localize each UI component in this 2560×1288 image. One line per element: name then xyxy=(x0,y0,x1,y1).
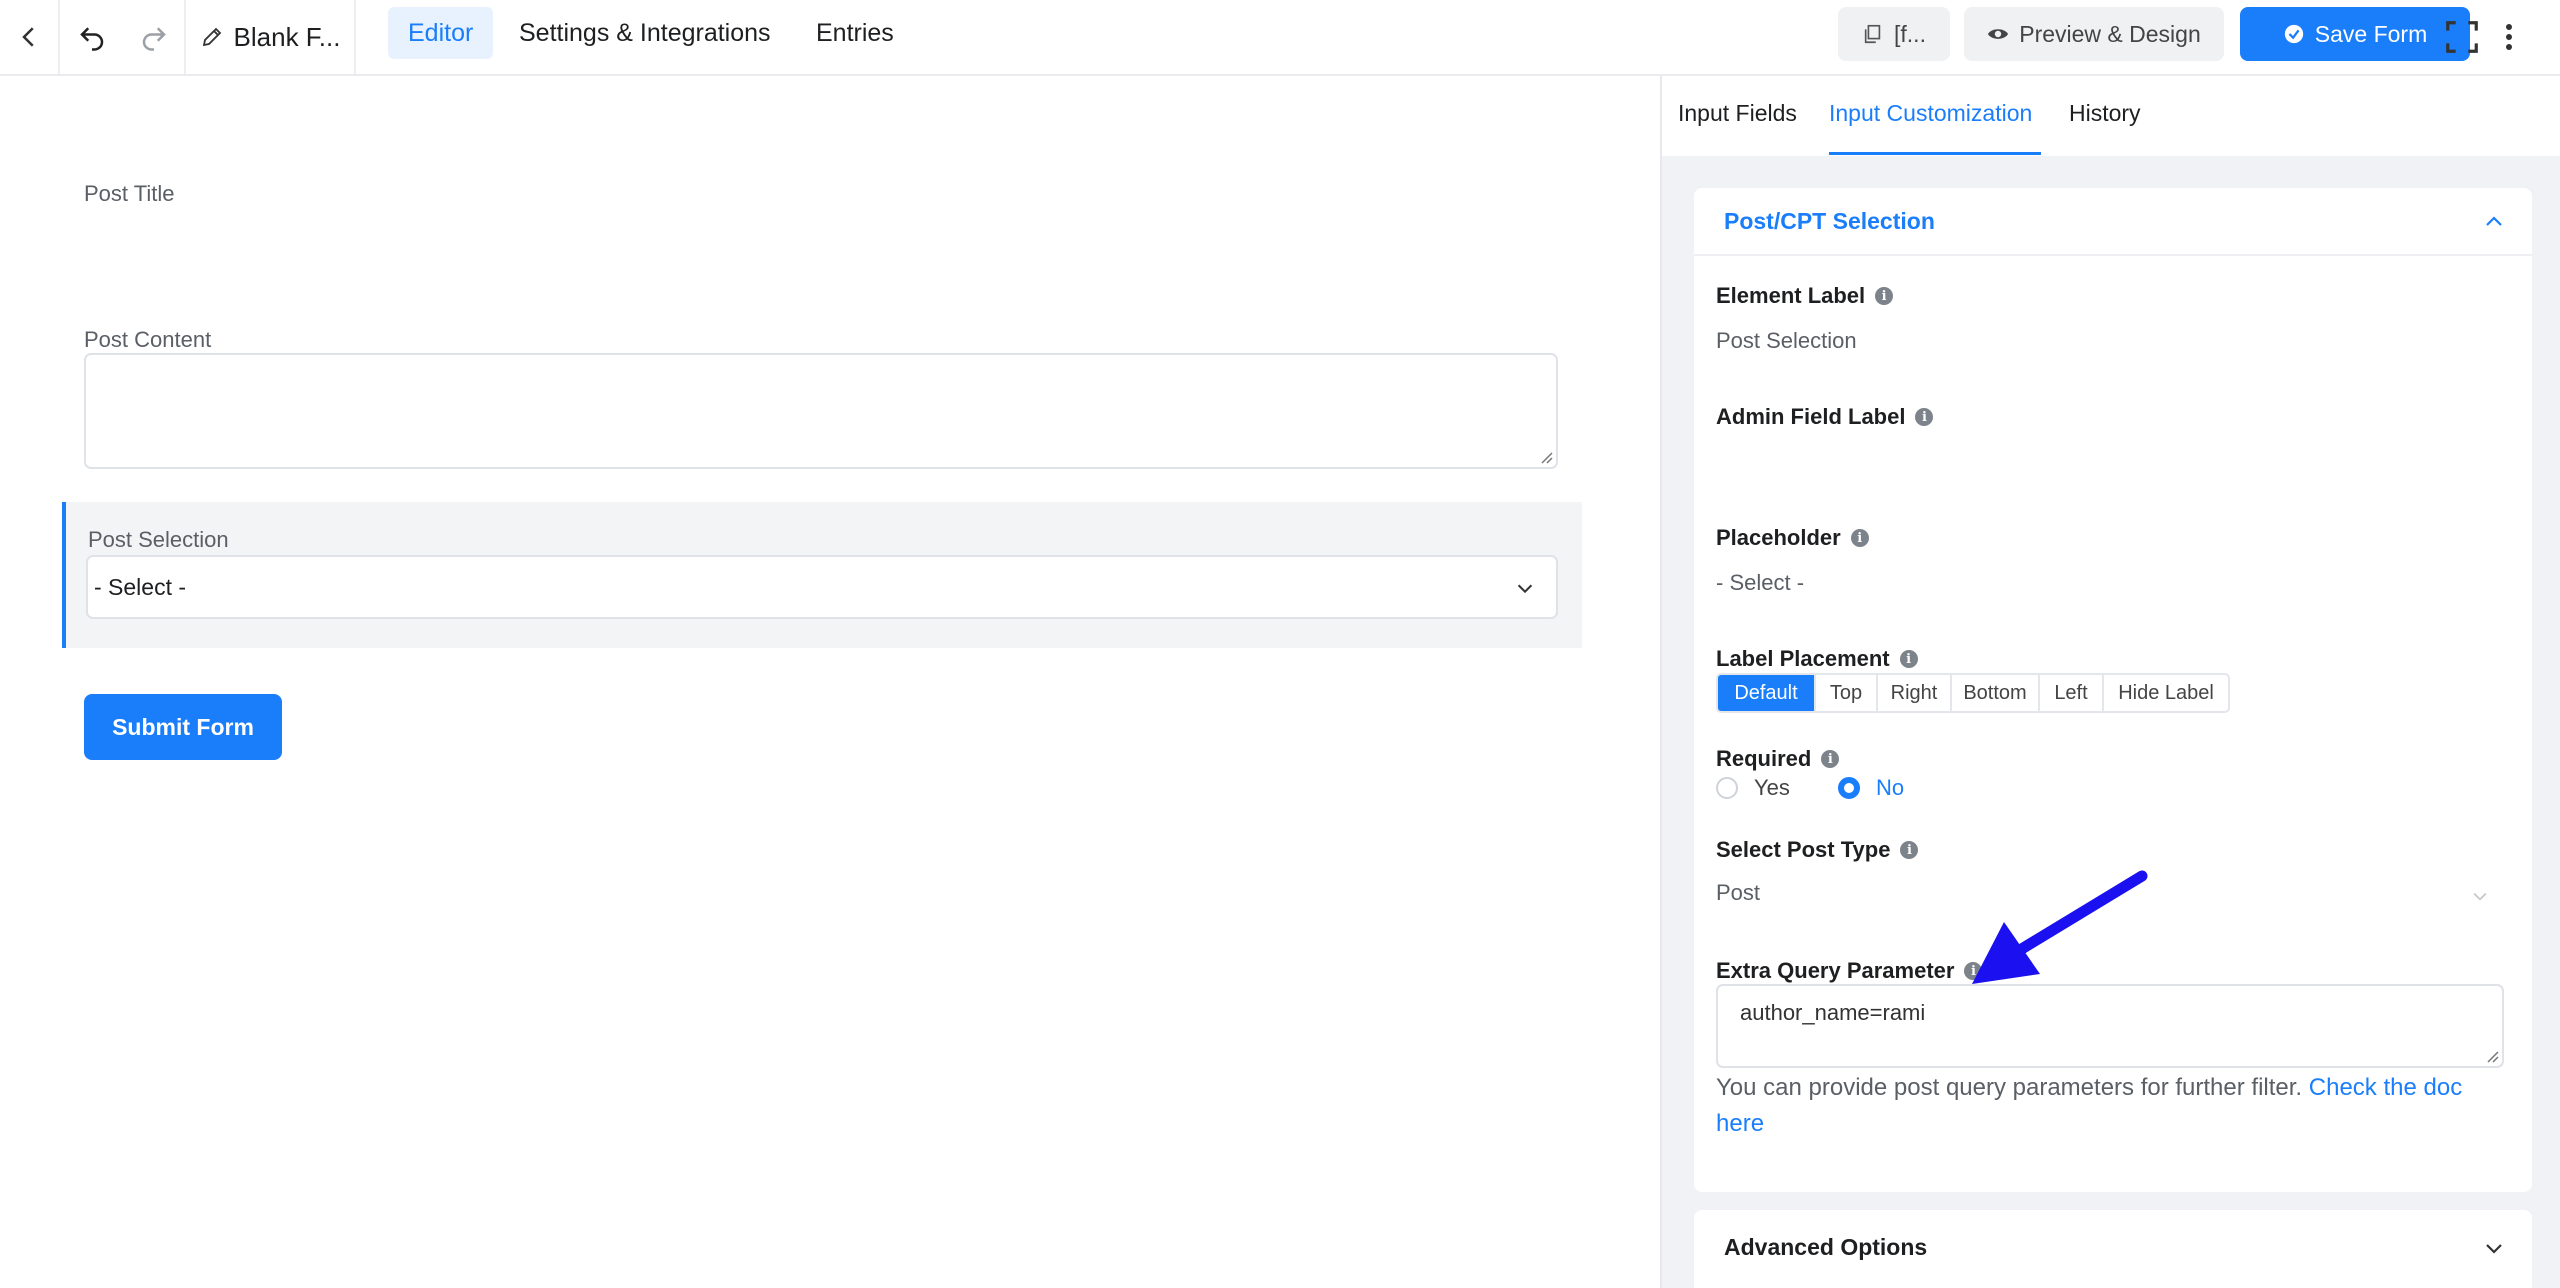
required-heading: Required i xyxy=(1716,746,1840,772)
form-name[interactable]: Blank F... xyxy=(186,0,354,74)
extra-query-parameter-textarea[interactable]: author_name=rami xyxy=(1716,984,2504,1068)
tab-input-fields[interactable]: Input Fields xyxy=(1678,100,1797,127)
post-selection-select[interactable]: - Select - xyxy=(86,555,1558,619)
preview-design-button[interactable]: Preview & Design xyxy=(1964,7,2224,61)
extra-query-parameter-heading: Extra Query Parameter i xyxy=(1716,958,1983,984)
label-placement-heading: Label Placement i xyxy=(1716,646,1918,672)
eye-icon xyxy=(1988,29,2009,39)
tab-settings-integrations[interactable]: Settings & Integrations xyxy=(499,7,791,59)
info-icon[interactable]: i xyxy=(1915,408,1934,426)
label-placement-segmented: Default Top Right Bottom Left Hide Label xyxy=(1716,673,2230,713)
required-no-radio[interactable]: No xyxy=(1838,775,1904,801)
element-label-input[interactable]: Post Selection xyxy=(1716,328,1857,354)
extra-query-value: author_name=rami xyxy=(1740,1000,1926,1025)
info-icon[interactable]: i xyxy=(1875,287,1894,305)
extra-query-help-text: You can provide post query parameters fo… xyxy=(1716,1070,2506,1142)
tab-input-customization[interactable]: Input Customization xyxy=(1829,100,2032,127)
chevron-down-icon xyxy=(2486,1244,2502,1254)
radio-circle xyxy=(1716,777,1738,799)
help-text: You can provide post query parameters fo… xyxy=(1716,1074,2303,1101)
resize-handle-icon[interactable] xyxy=(2485,1049,2499,1063)
active-tab-indicator xyxy=(1829,152,2041,155)
tab-entries[interactable]: Entries xyxy=(796,7,914,59)
placement-default[interactable]: Default xyxy=(1718,675,1816,711)
info-icon[interactable]: i xyxy=(1899,650,1918,668)
post-selection-label: Post Selection xyxy=(88,527,229,552)
extra-query-parameter-text: Extra Query Parameter xyxy=(1716,958,1955,983)
chevron-up-icon[interactable] xyxy=(2482,210,2506,234)
post-title-label: Post Title xyxy=(84,181,175,206)
admin-field-label-heading: Admin Field Label i xyxy=(1716,404,1934,430)
placeholder-input[interactable]: - Select - xyxy=(1716,570,1804,596)
post-cpt-selection-header[interactable]: Post/CPT Selection xyxy=(1694,188,2532,256)
save-form-label: Save Form xyxy=(2314,20,2428,47)
resize-handle-icon[interactable] xyxy=(1539,450,1553,464)
shortcode-button[interactable]: [f... xyxy=(1838,7,1950,61)
placement-right[interactable]: Right xyxy=(1878,675,1952,711)
post-content-textarea[interactable] xyxy=(84,353,1558,469)
fullscreen-icon[interactable] xyxy=(2442,0,2482,74)
advanced-options-title: Advanced Options xyxy=(1724,1234,1928,1260)
redo-icon[interactable] xyxy=(124,0,184,74)
post-content-label: Post Content xyxy=(84,327,212,352)
panel-tabs: Input Fields Input Customization History xyxy=(1662,76,2560,156)
top-bar: Blank F... Editor Settings & Integration… xyxy=(0,0,2560,76)
undo-icon[interactable] xyxy=(60,0,124,74)
shortcode-label: [f... xyxy=(1894,20,1926,47)
placement-left[interactable]: Left xyxy=(2040,675,2104,711)
info-icon[interactable]: i xyxy=(1821,750,1840,768)
advanced-options-card[interactable]: Advanced Options xyxy=(1694,1210,2532,1288)
required-yes-radio[interactable]: Yes xyxy=(1716,775,1790,801)
preview-design-label: Preview & Design xyxy=(2019,20,2201,47)
back-icon[interactable] xyxy=(0,0,58,74)
more-options-icon[interactable] xyxy=(2494,0,2524,74)
tab-editor[interactable]: Editor xyxy=(388,7,494,59)
tab-history[interactable]: History xyxy=(2069,100,2141,127)
select-post-type-heading: Select Post Type i xyxy=(1716,837,1919,863)
copy-icon xyxy=(1864,24,1881,44)
admin-field-label-text: Admin Field Label xyxy=(1716,404,1906,429)
placement-top[interactable]: Top xyxy=(1816,675,1878,711)
pencil-icon xyxy=(202,27,221,47)
info-icon[interactable]: i xyxy=(1964,962,1983,980)
chevron-down-icon xyxy=(2473,892,2487,901)
post-selection-value: - Select - xyxy=(94,573,187,600)
placeholder-text: Placeholder xyxy=(1716,525,1841,550)
post-type-select[interactable]: Post xyxy=(1716,876,2490,916)
select-post-type-text: Select Post Type xyxy=(1716,837,1891,862)
post-type-value: Post xyxy=(1716,880,1761,905)
required-yes-label: Yes xyxy=(1754,775,1790,800)
required-text: Required xyxy=(1716,746,1812,771)
check-circle-icon xyxy=(2284,24,2303,44)
placeholder-heading: Placeholder i xyxy=(1716,525,1869,551)
required-no-label: No xyxy=(1876,775,1905,800)
save-form-button[interactable]: Save Form xyxy=(2240,7,2470,61)
element-label-text: Element Label xyxy=(1716,283,1866,308)
chevron-down-icon xyxy=(1517,584,1533,594)
admin-field-label-input[interactable] xyxy=(1716,448,2496,478)
element-label-heading: Element Label i xyxy=(1716,283,1894,309)
info-icon[interactable]: i xyxy=(1850,529,1869,547)
placement-bottom[interactable]: Bottom xyxy=(1952,675,2040,711)
radio-circle-selected xyxy=(1838,777,1860,799)
placement-hide-label[interactable]: Hide Label xyxy=(2104,675,2228,711)
form-name-text: Blank F... xyxy=(233,21,341,52)
label-placement-text: Label Placement xyxy=(1716,646,1890,671)
submit-form-button[interactable]: Submit Form xyxy=(84,694,282,760)
section-title: Post/CPT Selection xyxy=(1724,208,1935,234)
info-icon[interactable]: i xyxy=(1900,841,1919,859)
